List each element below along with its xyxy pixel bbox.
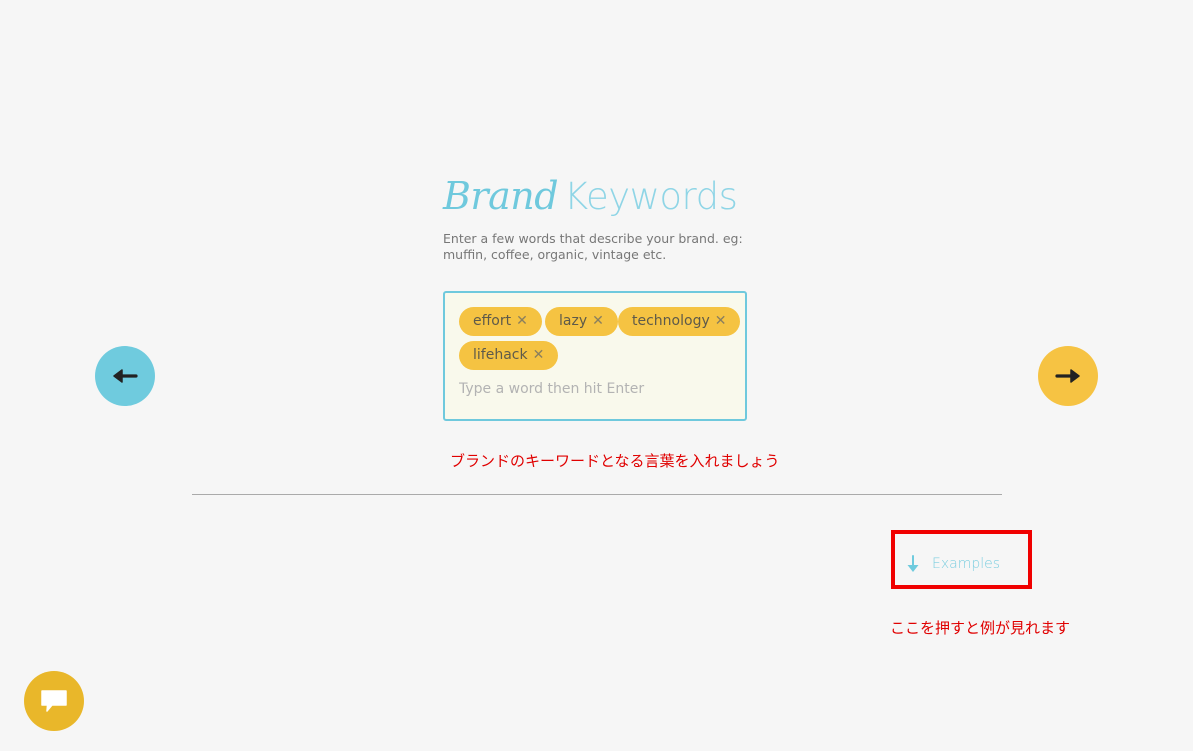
remove-tag-icon[interactable]: ✕ bbox=[715, 313, 727, 329]
arrow-right-icon bbox=[1055, 369, 1080, 383]
keyword-tag: lifehack ✕ bbox=[459, 341, 559, 370]
title-brand: Brand bbox=[443, 174, 559, 218]
keyword-tag: lazy ✕ bbox=[545, 307, 618, 336]
keyword-tag: effort ✕ bbox=[459, 307, 542, 336]
arrow-down-icon bbox=[907, 555, 919, 572]
arrow-left-icon bbox=[113, 369, 138, 383]
examples-label: Examples bbox=[932, 556, 1001, 572]
chat-launcher-button[interactable] bbox=[24, 671, 84, 731]
page-title: Brand Keywords bbox=[443, 172, 738, 222]
keyword-tag: technology ✕ bbox=[618, 307, 741, 336]
section-divider bbox=[192, 494, 1002, 495]
previous-step-button[interactable] bbox=[95, 346, 155, 406]
next-step-button[interactable] bbox=[1038, 346, 1098, 406]
keyword-tag-input[interactable]: effort ✕ lazy ✕ technology ✕ lifehack ✕ bbox=[443, 291, 747, 421]
remove-tag-icon[interactable]: ✕ bbox=[516, 313, 528, 329]
keyword-tag-label: lazy bbox=[559, 313, 588, 329]
keyword-text-input[interactable] bbox=[459, 379, 729, 399]
examples-annotation: ここを押すと例が見れます bbox=[890, 619, 1071, 637]
title-keywords: Keywords bbox=[564, 175, 738, 218]
page-subtitle: Enter a few words that describe your bra… bbox=[443, 231, 743, 262]
keyword-tag-label: lifehack bbox=[473, 347, 528, 363]
keyword-tag-label: technology bbox=[632, 313, 710, 329]
chat-bubble-icon bbox=[41, 690, 67, 712]
examples-toggle-link[interactable]: Examples bbox=[906, 553, 1000, 575]
remove-tag-icon[interactable]: ✕ bbox=[533, 347, 545, 363]
remove-tag-icon[interactable]: ✕ bbox=[592, 313, 604, 329]
keyword-tag-label: effort bbox=[473, 313, 512, 329]
keywords-annotation: ブランドのキーワードとなる言葉を入れましょう bbox=[450, 452, 780, 470]
page: Brand Keywords Enter a few words that des… bbox=[0, 0, 1193, 751]
